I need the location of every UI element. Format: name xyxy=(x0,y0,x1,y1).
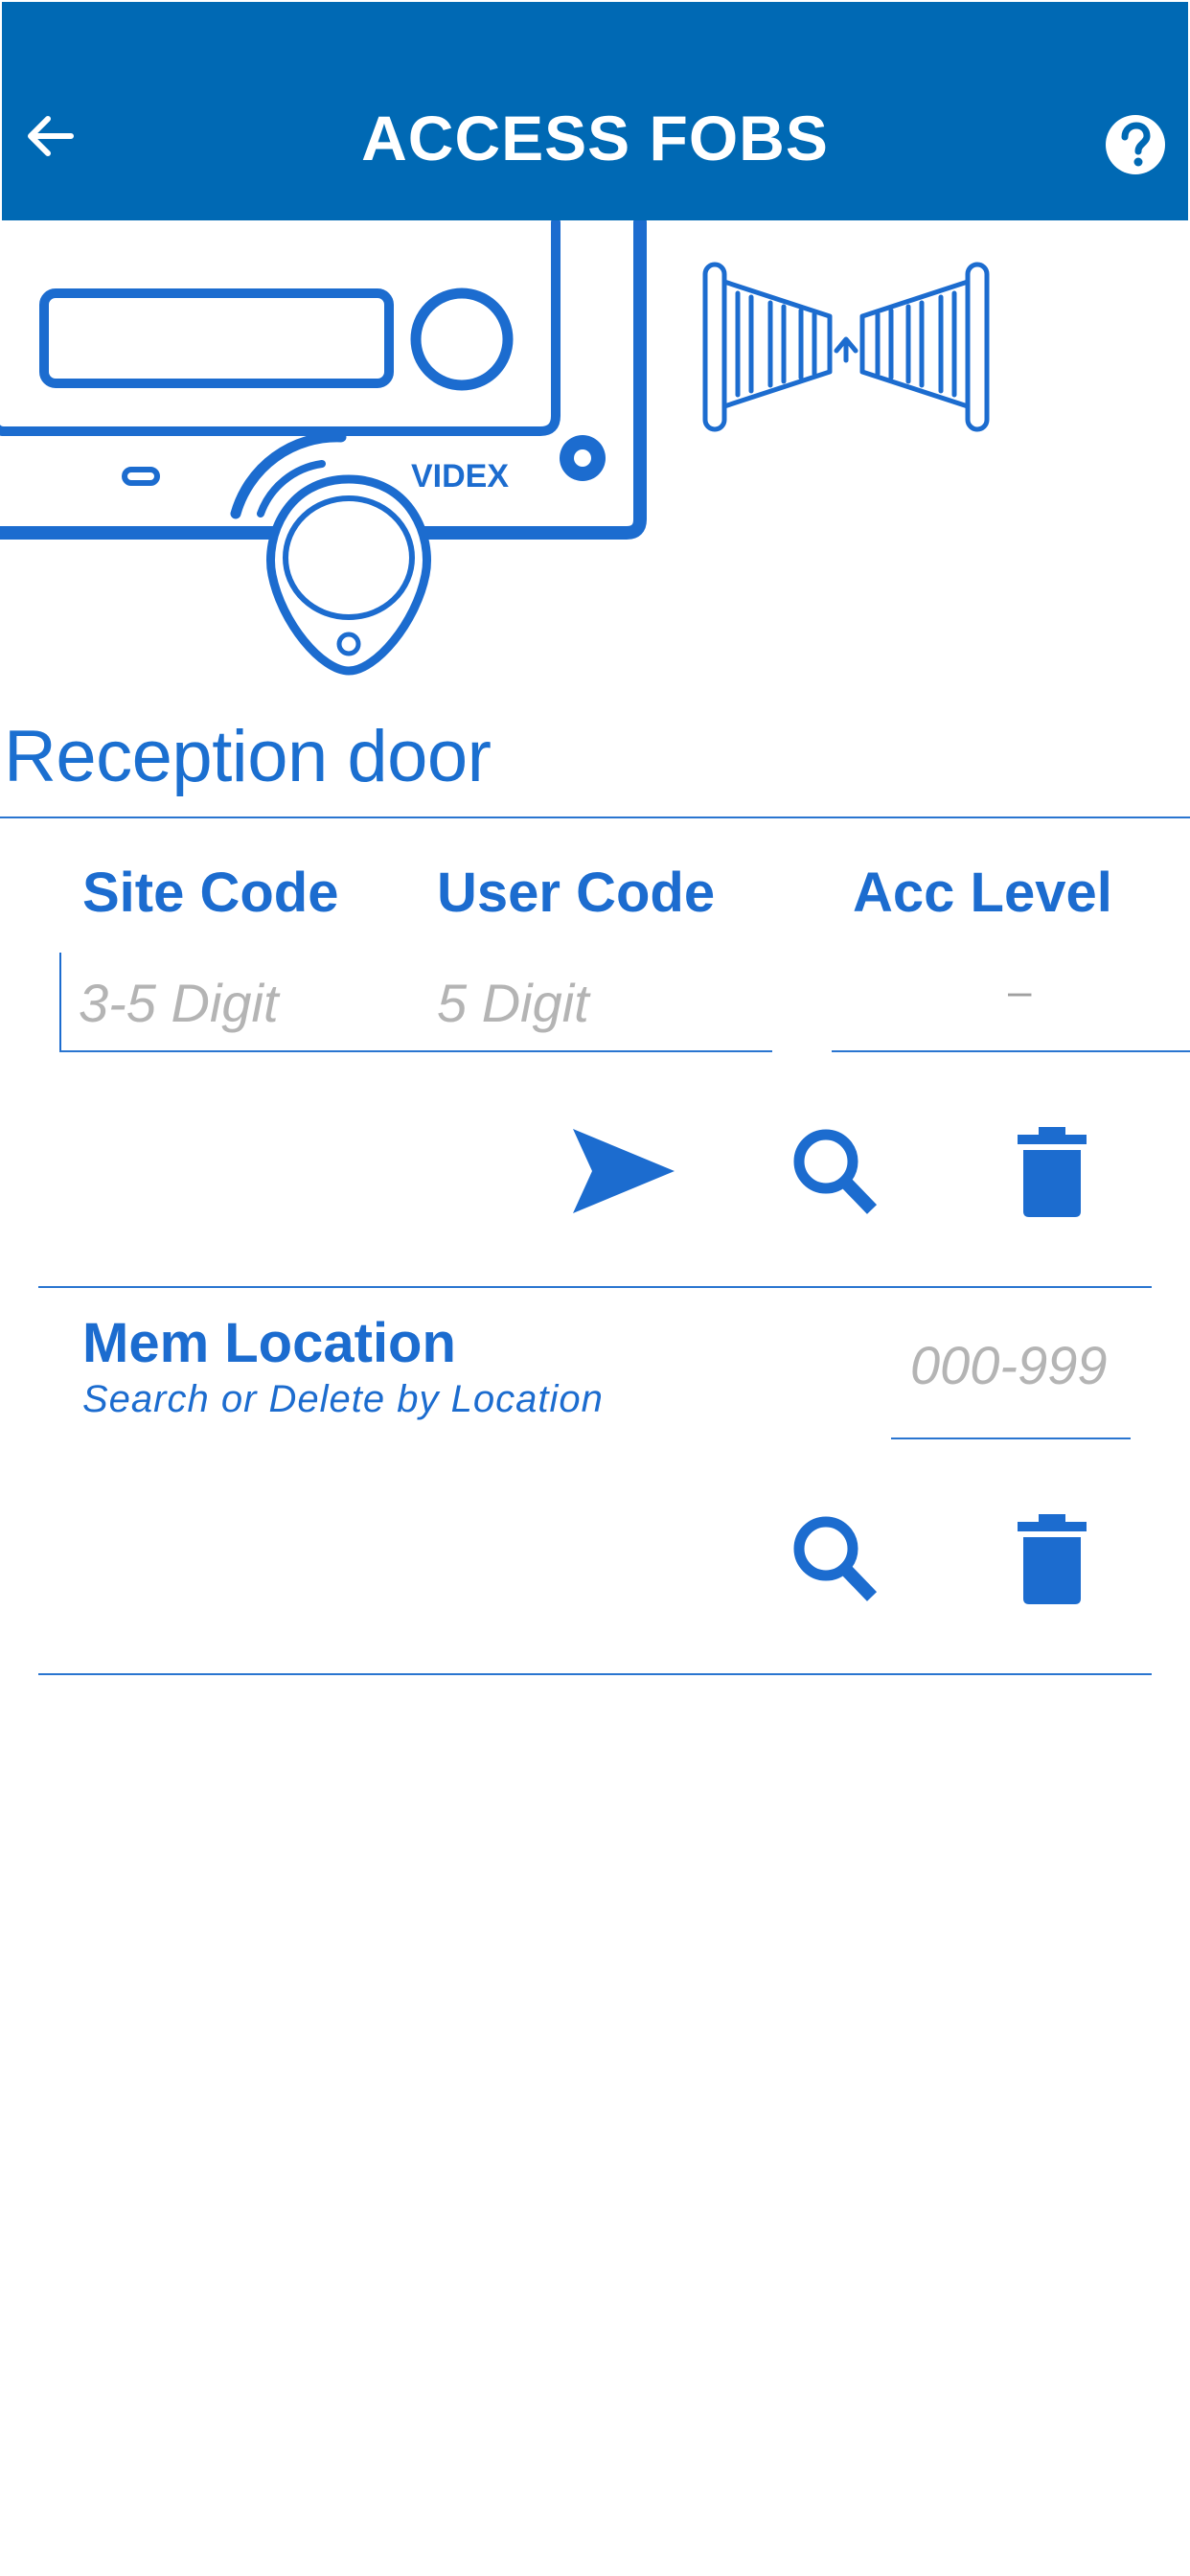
divider xyxy=(0,816,1190,818)
search-icon xyxy=(793,1516,878,1601)
acc-level-underline xyxy=(832,1050,1190,1052)
delete-location-button[interactable] xyxy=(1016,1514,1088,1606)
door-name: Reception door xyxy=(4,716,492,797)
help-icon[interactable] xyxy=(1104,113,1167,176)
divider xyxy=(38,1673,1152,1675)
send-button[interactable] xyxy=(571,1127,676,1215)
search-location-button[interactable] xyxy=(790,1514,880,1602)
acc-level-label: Acc Level xyxy=(853,862,1112,924)
site-code-input[interactable]: 3-5 Digit xyxy=(79,972,279,1034)
search-fob-button[interactable] xyxy=(790,1127,880,1215)
divider xyxy=(38,1286,1152,1288)
access-fobs-screen: ACCESS FOBS VIDEX Reception door Site Co… xyxy=(0,0,1190,2576)
app-header: ACCESS FOBS xyxy=(2,2,1188,220)
mem-location-underline xyxy=(891,1438,1131,1439)
acc-level-dropdown[interactable]: – xyxy=(1008,968,1031,1016)
site-code-label: Site Code xyxy=(82,862,339,924)
trash-icon xyxy=(1018,1127,1087,1217)
user-code-input[interactable]: 5 Digit xyxy=(437,972,589,1034)
user-code-label: User Code xyxy=(437,862,716,924)
gate-icon xyxy=(690,255,996,437)
page-title: ACCESS FOBS xyxy=(361,103,829,173)
intercom-fob-illustration: VIDEX xyxy=(0,216,671,680)
mem-location-title: Mem Location xyxy=(82,1312,456,1374)
search-icon xyxy=(793,1129,878,1214)
videx-brand: VIDEX xyxy=(411,458,509,494)
mem-location-subtitle: Search or Delete by Location xyxy=(82,1378,604,1420)
text-cursor xyxy=(59,953,61,1052)
send-icon xyxy=(573,1129,675,1213)
code-input-underline xyxy=(59,1050,772,1052)
trash-icon xyxy=(1018,1514,1087,1604)
delete-fob-button[interactable] xyxy=(1016,1127,1088,1219)
mem-location-input[interactable]: 000-999 xyxy=(910,1334,1108,1396)
